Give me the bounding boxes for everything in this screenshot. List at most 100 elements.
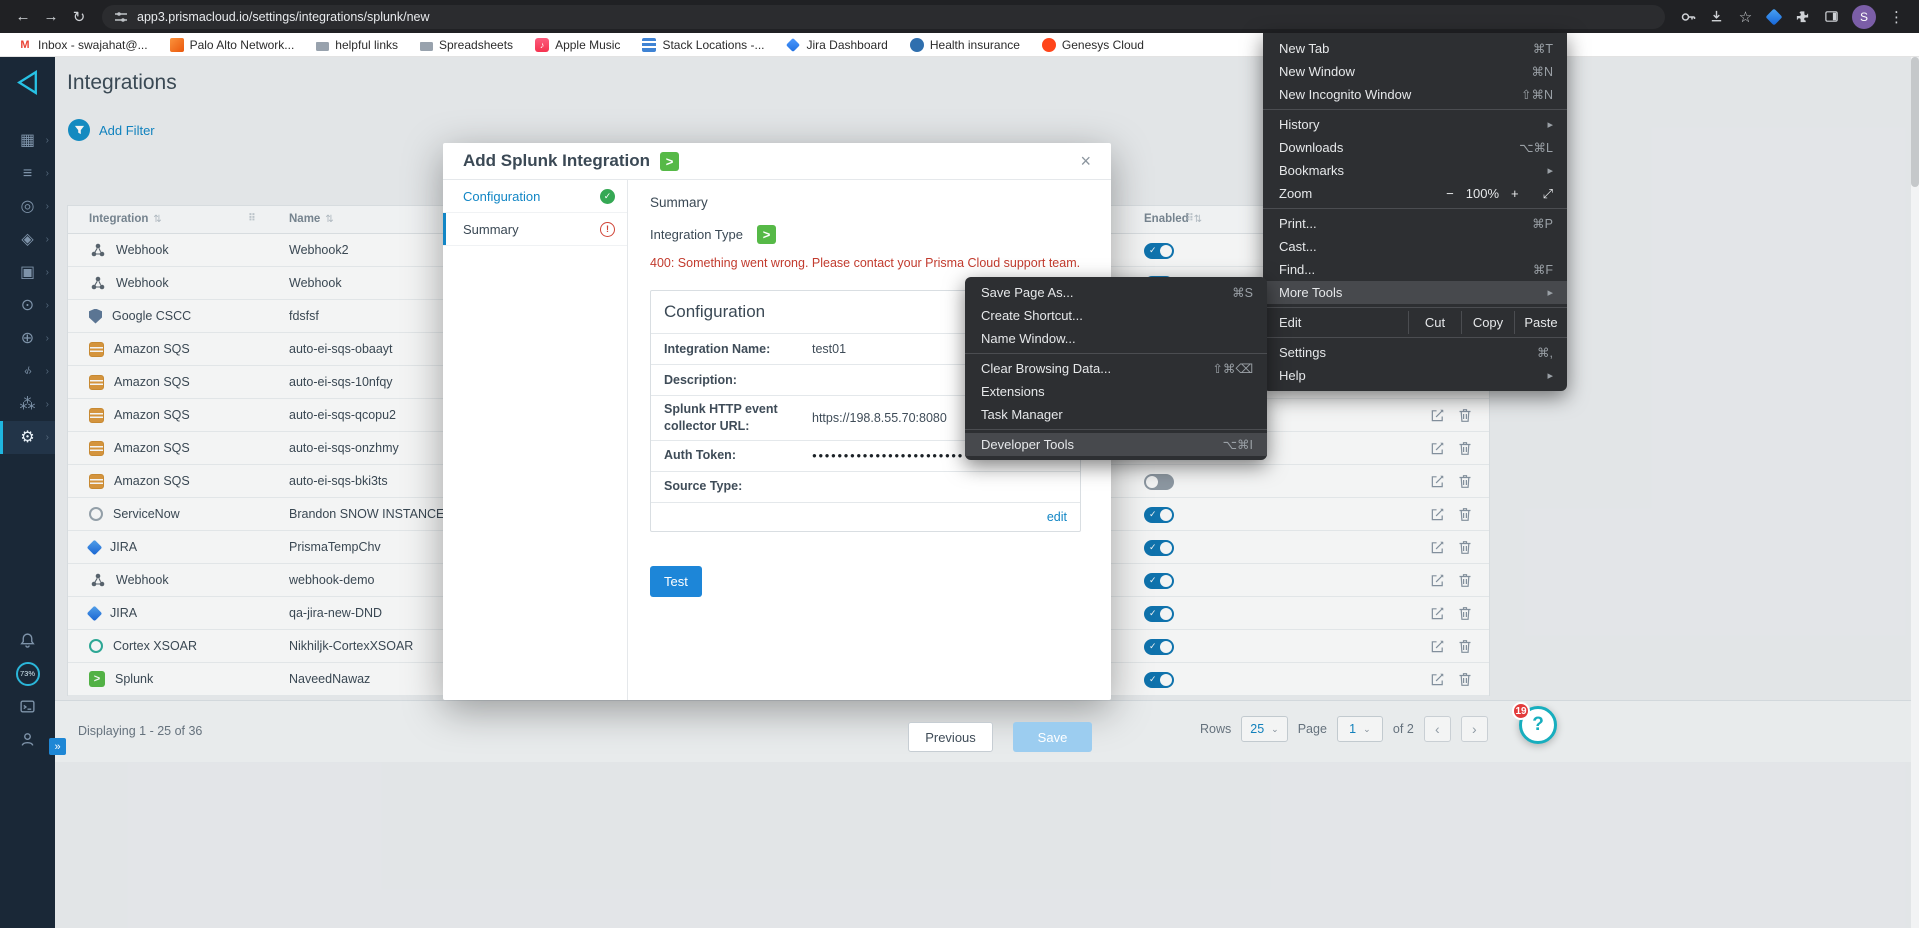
chevron-right-icon: › [46, 432, 49, 443]
expand-sidebar-button[interactable]: » [49, 738, 66, 755]
menu-item-save-page-as[interactable]: Save Page As...⌘S [965, 281, 1267, 304]
menu-item-zoom[interactable]: Zoom−100%+⤢ [1263, 182, 1567, 205]
site-settings-icon[interactable] [114, 10, 128, 24]
forward-icon[interactable]: → [38, 4, 64, 30]
profile-avatar[interactable]: S [1852, 5, 1876, 29]
menu-item-task-manager[interactable]: Task Manager [965, 403, 1267, 426]
chevron-right-icon: › [46, 333, 49, 344]
stack-icon [642, 38, 656, 52]
sidebar-item-investigate[interactable]: ◎› [0, 190, 55, 223]
profile-icon[interactable] [0, 723, 55, 756]
shortcut-label: ⌘S [1232, 285, 1253, 300]
password-key-icon[interactable] [1675, 4, 1700, 30]
wizard-steps: Configuration ✓ Summary ! [443, 180, 628, 700]
bookmark-item[interactable]: Palo Alto Network... [162, 36, 303, 54]
applemusic-icon [535, 38, 549, 52]
console-icon[interactable] [0, 690, 55, 723]
settings-icon: ⚙ [20, 430, 34, 446]
step-configuration[interactable]: Configuration ✓ [443, 180, 627, 213]
menu-item-new-window[interactable]: New Window⌘N [1263, 60, 1567, 83]
menu-item-name-window[interactable]: Name Window... [965, 327, 1267, 350]
address-bar[interactable]: app3.prismacloud.io/settings/integration… [102, 5, 1665, 29]
sidebar-item-governance[interactable]: ⊕› [0, 322, 55, 355]
bookmark-item[interactable]: Spreadsheets [412, 36, 521, 54]
gmail-icon [18, 38, 32, 52]
save-button[interactable]: Save [1013, 722, 1092, 752]
help-bubble[interactable]: ? 19 [1519, 706, 1557, 744]
sidebar-item-inventory[interactable]: ≡› [0, 157, 55, 190]
menu-item-new-tab[interactable]: New Tab⌘T [1263, 37, 1567, 60]
chevron-right-icon: › [46, 366, 49, 377]
toolbar-actions: ☆ S ⋮ [1675, 4, 1909, 30]
bookmark-star-icon[interactable]: ☆ [1733, 4, 1758, 30]
chevron-right-icon: › [46, 267, 49, 278]
menu-item-clear-browsing-data[interactable]: Clear Browsing Data...⇧⌘⌫ [965, 357, 1267, 380]
paloalto-icon [170, 38, 184, 52]
sidebar-item-compliance[interactable]: ▣› [0, 256, 55, 289]
menu-item-extensions[interactable]: Extensions [965, 380, 1267, 403]
alerts-icon: ⊙ [21, 298, 34, 314]
edit-link[interactable]: edit [1047, 510, 1067, 524]
sidebar-bottom: 73% [0, 624, 55, 756]
splunk-icon: > [757, 225, 776, 244]
menu-item-history[interactable]: History▸ [1263, 113, 1567, 136]
zoom-out-button[interactable]: − [1438, 186, 1462, 201]
menu-item-print[interactable]: Print...⌘P [1263, 212, 1567, 235]
chevron-right-icon: › [46, 234, 49, 245]
sidebar-item-alerts[interactable]: ⊙› [0, 289, 55, 322]
sidebar-item-policies[interactable]: ◈› [0, 223, 55, 256]
prisma-cloud-logo-icon[interactable] [14, 69, 41, 101]
previous-button[interactable]: Previous [908, 722, 993, 752]
zoom-in-button[interactable]: + [1503, 186, 1527, 201]
reload-icon[interactable]: ↻ [66, 4, 92, 30]
shortcut-label: ⇧⌘⌫ [1212, 361, 1253, 376]
page-scrollbar[interactable] [1911, 57, 1919, 928]
bookmark-item[interactable]: Genesys Cloud [1034, 36, 1152, 54]
bookmark-item[interactable]: Apple Music [527, 36, 628, 54]
paste-button[interactable]: Paste [1514, 311, 1567, 334]
sidebar-item-code-security[interactable]: ‹/›› [0, 355, 55, 388]
step-summary[interactable]: Summary ! [443, 213, 627, 246]
sidebar-item-dashboard[interactable]: ▦› [0, 124, 55, 157]
menu-divider [965, 429, 1267, 430]
bookmark-item[interactable]: helpful links [308, 36, 406, 54]
close-icon[interactable]: × [1080, 152, 1091, 170]
scrollbar-thumb[interactable] [1911, 57, 1919, 187]
step-error-icon: ! [600, 222, 615, 237]
notifications-bell-icon[interactable] [0, 624, 55, 657]
extensions-puzzle-icon[interactable] [1790, 4, 1815, 30]
help-badge: 19 [1512, 702, 1530, 720]
back-icon[interactable]: ← [10, 4, 36, 30]
usage-gauge[interactable]: 73% [0, 657, 55, 690]
menu-item-edit: EditCutCopyPaste [1263, 311, 1567, 334]
sidebar-item-settings[interactable]: ⚙› [0, 421, 55, 454]
download-icon[interactable] [1704, 4, 1729, 30]
fullscreen-icon[interactable]: ⤢ [1543, 186, 1553, 202]
menu-item-create-shortcut[interactable]: Create Shortcut... [965, 304, 1267, 327]
menu-item-developer-tools[interactable]: Developer Tools⌥⌘I [965, 433, 1267, 456]
menu-dots-icon[interactable]: ⋮ [1884, 4, 1909, 30]
test-button[interactable]: Test [650, 566, 702, 597]
bookmark-item[interactable]: Health insurance [902, 36, 1028, 54]
sidebar-item-network[interactable]: ⁂› [0, 388, 55, 421]
menu-item-find[interactable]: Find...⌘F [1263, 258, 1567, 281]
copy-button[interactable]: Copy [1461, 311, 1514, 334]
menu-item-new-incognito-window[interactable]: New Incognito Window⇧⌘N [1263, 83, 1567, 106]
menu-item-more-tools[interactable]: More Tools▸ [1263, 281, 1567, 304]
menu-item-help[interactable]: Help▸ [1263, 364, 1567, 387]
menu-item-downloads[interactable]: Downloads⌥⌘L [1263, 136, 1567, 159]
menu-item-settings[interactable]: Settings⌘, [1263, 341, 1567, 364]
extension-diamond-icon[interactable] [1766, 8, 1783, 25]
bookmark-item[interactable]: Jira Dashboard [778, 36, 895, 54]
side-panel-icon[interactable] [1819, 4, 1844, 30]
menu-item-bookmarks[interactable]: Bookmarks▸ [1263, 159, 1567, 182]
menu-item-cast[interactable]: Cast... [1263, 235, 1567, 258]
bookmark-item[interactable]: Inbox - swajahat@... [10, 36, 156, 54]
browser-toolbar: ← → ↻ app3.prismacloud.io/settings/integ… [0, 0, 1919, 33]
governance-icon: ⊕ [21, 331, 34, 347]
bookmark-item[interactable]: Stack Locations -... [634, 36, 772, 54]
shortcut-label: ⌥⌘I [1223, 437, 1253, 452]
folder2-icon [420, 42, 433, 51]
cut-button[interactable]: Cut [1408, 311, 1461, 334]
shortcut-label: ⌘N [1531, 64, 1553, 79]
